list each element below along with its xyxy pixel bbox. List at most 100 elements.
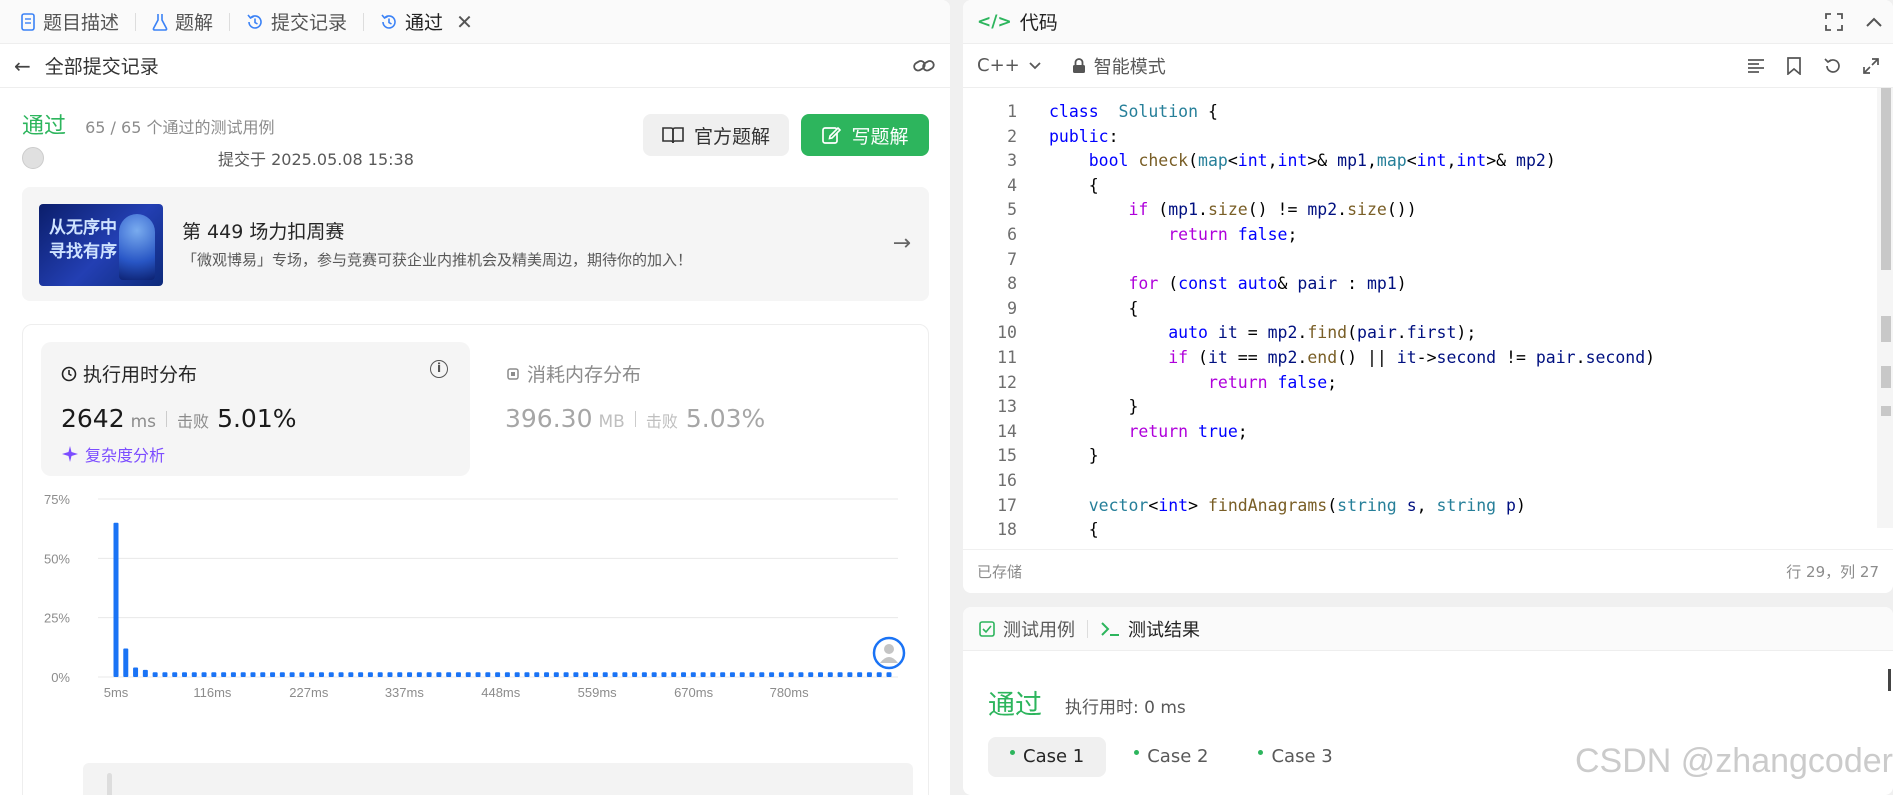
bookmark-icon[interactable]	[1787, 56, 1801, 75]
runtime-distribution-tab[interactable]: 执行用时分布 i 2642 ms 击败 5.01% 复杂度分析	[41, 342, 470, 476]
chart-bar[interactable]	[221, 672, 227, 677]
chart-bar[interactable]	[465, 672, 471, 677]
contest-banner[interactable]: 从无序中 寻找有序 第 449 场力扣周赛 「微观博易」专场，参与竞赛可获企业内推…	[22, 187, 929, 301]
link-icon[interactable]	[912, 56, 936, 76]
chart-bar[interactable]	[700, 672, 706, 677]
chart-bar[interactable]	[651, 672, 657, 677]
chart-bar[interactable]	[397, 672, 403, 677]
official-solution-button[interactable]: 官方题解	[643, 114, 789, 156]
chart-bar[interactable]	[446, 672, 452, 677]
chart-bar[interactable]	[191, 672, 197, 677]
code-line[interactable]: 13 }	[963, 395, 1883, 420]
chart-bar[interactable]	[524, 672, 530, 677]
chart-bar[interactable]	[592, 672, 598, 677]
code-line[interactable]: 9 {	[963, 297, 1883, 322]
fullscreen-icon[interactable]	[1825, 12, 1843, 31]
code-line[interactable]: 3 bool check(map<int,int>& mp1,map<int,i…	[963, 149, 1883, 174]
complexity-analysis-link[interactable]: 复杂度分析	[61, 442, 165, 466]
chart-bar[interactable]	[504, 672, 510, 677]
chart-bar[interactable]	[240, 672, 246, 677]
chart-bar[interactable]	[818, 672, 824, 677]
chart-bar[interactable]	[162, 672, 168, 677]
chart-bar[interactable]	[387, 672, 393, 677]
chart-bar[interactable]	[553, 672, 559, 677]
chart-bar[interactable]	[113, 522, 119, 677]
code-line[interactable]: 5 if (mp1.size() != mp2.size())	[963, 198, 1883, 223]
chart-bar[interactable]	[827, 672, 833, 677]
code-line[interactable]: 11 if (it == mp2.end() || it->second != …	[963, 346, 1883, 371]
chart-bar[interactable]	[230, 672, 236, 677]
tab-accepted[interactable]: 通过 ✕	[374, 8, 479, 35]
chart-bar[interactable]	[710, 672, 716, 677]
chart-bar[interactable]	[632, 672, 638, 677]
tab-solutions[interactable]: 题解	[146, 8, 219, 35]
chart-bar[interactable]	[270, 672, 276, 677]
avatar[interactable]	[22, 147, 44, 169]
chart-bar[interactable]	[759, 672, 765, 677]
chart-bar[interactable]	[641, 672, 647, 677]
code-line[interactable]: 17 vector<int> findAnagrams(string s, st…	[963, 494, 1883, 519]
code-line[interactable]: 16	[963, 469, 1883, 494]
chart-bar[interactable]	[837, 672, 843, 677]
editor-scrollbar[interactable]	[1877, 88, 1893, 528]
arrow-right-icon[interactable]: →	[893, 231, 911, 256]
chart-bar[interactable]	[475, 672, 481, 677]
chart-bar[interactable]	[847, 672, 853, 677]
chart-bar[interactable]	[769, 672, 775, 677]
info-icon[interactable]: i	[430, 360, 448, 378]
chart-bar[interactable]	[172, 672, 178, 677]
chart-bar[interactable]	[681, 672, 687, 677]
chart-bar[interactable]	[299, 672, 305, 677]
chart-bar[interactable]	[720, 672, 726, 677]
chart-bar[interactable]	[260, 672, 266, 677]
mode-toggle[interactable]: 智能模式	[1072, 53, 1166, 79]
code-line[interactable]: 2 public:	[963, 125, 1883, 150]
case-tab-1[interactable]: Case 1	[988, 737, 1107, 777]
chart-bar[interactable]	[788, 672, 794, 677]
code-line[interactable]: 15 }	[963, 444, 1883, 469]
chart-bar[interactable]	[152, 672, 158, 677]
chart-bar[interactable]	[857, 672, 863, 677]
chart-bar[interactable]	[778, 672, 784, 677]
chart-bar[interactable]	[612, 672, 618, 677]
chart-bar[interactable]	[729, 672, 735, 677]
chart-bar[interactable]	[348, 672, 354, 677]
close-icon[interactable]: ✕	[456, 10, 473, 34]
chart-bar[interactable]	[416, 672, 422, 677]
all-submissions-link[interactable]: 全部提交记录	[45, 52, 912, 79]
chart-bar[interactable]	[201, 672, 207, 677]
back-arrow-icon[interactable]: ←	[14, 54, 31, 78]
chart-bar[interactable]	[583, 672, 589, 677]
tab-testcases[interactable]: 测试用例	[979, 616, 1075, 642]
chart-bar[interactable]	[436, 672, 442, 677]
chart-bar[interactable]	[495, 672, 501, 677]
memory-distribution-tab[interactable]: 消耗内存分布	[505, 360, 641, 387]
code-line[interactable]: 8 for (const auto& pair : mp1)	[963, 272, 1883, 297]
chart-bar[interactable]	[866, 672, 872, 677]
chart-bar[interactable]	[377, 672, 383, 677]
chart-bar[interactable]	[671, 672, 677, 677]
chart-scroll-strip[interactable]	[83, 763, 913, 795]
chart-bar[interactable]	[563, 672, 569, 677]
chart-bar[interactable]	[886, 672, 892, 677]
code-line[interactable]: 4 {	[963, 174, 1883, 199]
chart-bar[interactable]	[798, 672, 804, 677]
chart-bar[interactable]	[338, 672, 344, 677]
scroll-handle[interactable]	[107, 773, 112, 795]
chart-bar[interactable]	[622, 672, 628, 677]
chart-bar[interactable]	[123, 648, 129, 677]
chart-bar[interactable]	[289, 672, 295, 677]
chart-bar[interactable]	[250, 672, 256, 677]
chart-bar[interactable]	[876, 672, 882, 677]
chart-bar[interactable]	[367, 672, 373, 677]
chart-bar[interactable]	[358, 672, 364, 677]
chart-bar[interactable]	[573, 672, 579, 677]
chart-bar[interactable]	[133, 667, 139, 677]
chart-bar[interactable]	[309, 672, 315, 677]
scroll-thumb[interactable]	[1881, 88, 1891, 270]
chart-bar[interactable]	[544, 672, 550, 677]
chart-bar[interactable]	[661, 672, 667, 677]
code-line[interactable]: 18 {	[963, 518, 1883, 538]
chart-bar[interactable]	[749, 672, 755, 677]
chart-bar[interactable]	[328, 672, 334, 677]
